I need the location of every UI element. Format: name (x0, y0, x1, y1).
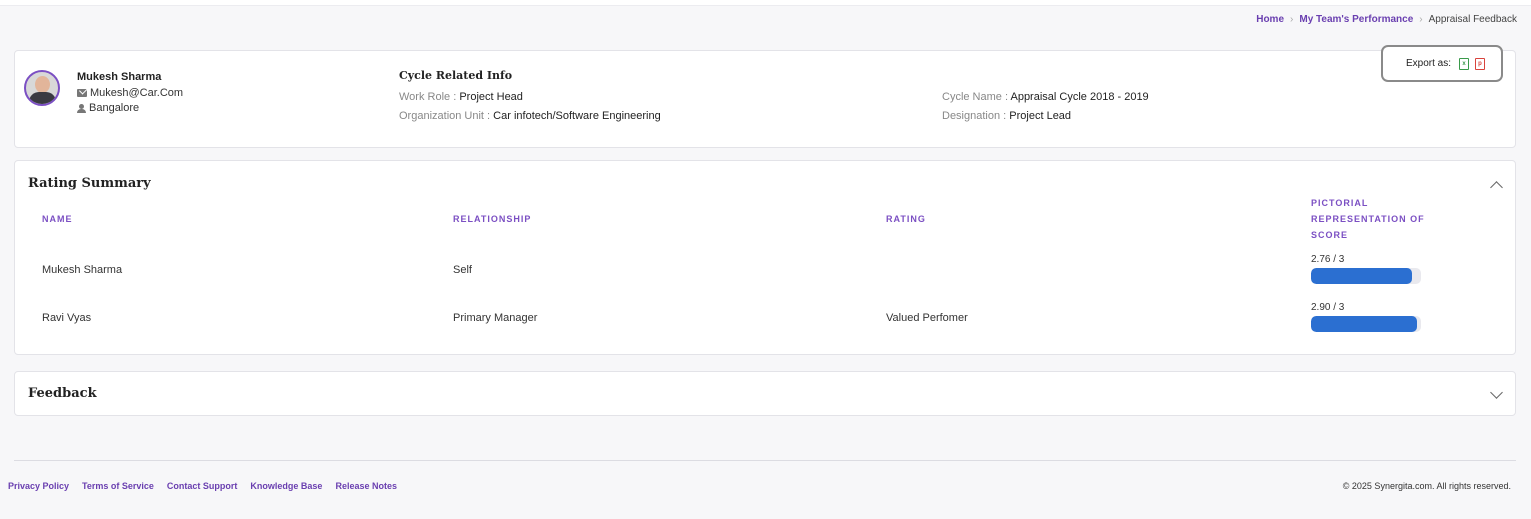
score-text: 2.76 / 3 (1311, 254, 1345, 265)
score-bar-track (1311, 268, 1421, 284)
designation-value: Project Lead (1009, 110, 1072, 122)
work-role-value: Project Head (459, 91, 523, 103)
chevron-right-icon: › (1290, 14, 1294, 25)
designation: Designation : Project Lead (942, 110, 1071, 122)
feedback-title: Feedback (28, 386, 97, 401)
terms-of-service-link[interactable]: Terms of Service (82, 481, 154, 491)
rating-summary-card: Rating Summary NAME RELATIONSHIP RATING … (14, 160, 1516, 355)
chevron-down-icon[interactable] (1490, 386, 1503, 399)
employee-location-text: Bangalore (89, 102, 140, 114)
release-notes-link[interactable]: Release Notes (335, 481, 397, 491)
column-header-rating: RATING (886, 214, 926, 224)
score-bar: 2.76 / 3 (1311, 254, 1421, 284)
employee-email: Mukesh@Car.Com (77, 87, 183, 99)
score-bar-track (1311, 316, 1421, 332)
copyright-text: © 2025 Synergita.com. All rights reserve… (1342, 481, 1511, 491)
cycle-name: Cycle Name : Appraisal Cycle 2018 - 2019 (942, 91, 1149, 103)
avatar (24, 70, 60, 106)
knowledge-base-link[interactable]: Knowledge Base (250, 481, 322, 491)
score-bar-fill (1311, 316, 1418, 332)
row-relationship: Self (453, 264, 472, 276)
export-panel: Export as: x p (1381, 45, 1503, 82)
employee-location: Bangalore (77, 102, 139, 114)
column-header-relationship: RELATIONSHIP (453, 214, 532, 224)
row-rating: Valued Perfomer (886, 312, 968, 324)
profile-card: Mukesh Sharma Mukesh@Car.Com Bangalore C… (14, 45, 1516, 148)
row-name: Mukesh Sharma (42, 264, 123, 276)
breadcrumb: Home › My Team's Performance › Appraisal… (1256, 14, 1517, 25)
chevron-right-icon: › (1419, 14, 1423, 25)
score-bar: 2.90 / 3 (1311, 302, 1421, 332)
feedback-card[interactable]: Feedback (14, 371, 1516, 416)
score-bar-fill (1311, 268, 1413, 284)
designation-label: Designation : (942, 110, 1007, 122)
envelope-icon (77, 89, 87, 97)
excel-file-icon[interactable]: x (1459, 57, 1469, 70)
pdf-file-icon[interactable]: p (1475, 57, 1485, 70)
footer-links: Privacy Policy Terms of Service Contact … (8, 481, 397, 491)
cycle-name-value: Appraisal Cycle 2018 - 2019 (1010, 91, 1149, 103)
top-bar (0, 0, 1531, 6)
cycle-name-label: Cycle Name : (942, 91, 1009, 103)
avatar-body (29, 92, 56, 104)
score-text: 2.90 / 3 (1311, 302, 1345, 313)
breadcrumb-team-performance[interactable]: My Team's Performance (1299, 14, 1413, 25)
contact-support-link[interactable]: Contact Support (167, 481, 238, 491)
avatar-head (35, 76, 50, 93)
row-relationship: Primary Manager (453, 312, 538, 324)
org-unit-label: Organization Unit : (399, 110, 491, 122)
breadcrumb-home[interactable]: Home (1256, 14, 1284, 25)
breadcrumb-current: Appraisal Feedback (1428, 14, 1517, 25)
employee-name: Mukesh Sharma (77, 71, 162, 83)
column-header-pictorial-score: PICTORIAL REPRESENTATION OF SCORE (1311, 198, 1425, 240)
chevron-up-icon[interactable] (1490, 181, 1503, 194)
org-unit-value: Car infotech/Software Engineering (493, 110, 661, 122)
user-icon (77, 103, 86, 113)
export-label: Export as: (1405, 58, 1451, 69)
work-role: Work Role : Project Head (399, 91, 523, 103)
work-role-label: Work Role : (399, 91, 457, 103)
column-header-name: NAME (42, 214, 73, 224)
row-name: Ravi Vyas (42, 312, 92, 324)
rating-summary-title: Rating Summary (28, 176, 151, 191)
privacy-policy-link[interactable]: Privacy Policy (8, 481, 69, 491)
cycle-info-title: Cycle Related Info (399, 69, 513, 82)
employee-email-text: Mukesh@Car.Com (90, 87, 184, 99)
footer-divider (14, 460, 1516, 461)
org-unit: Organization Unit : Car infotech/Softwar… (399, 110, 661, 122)
